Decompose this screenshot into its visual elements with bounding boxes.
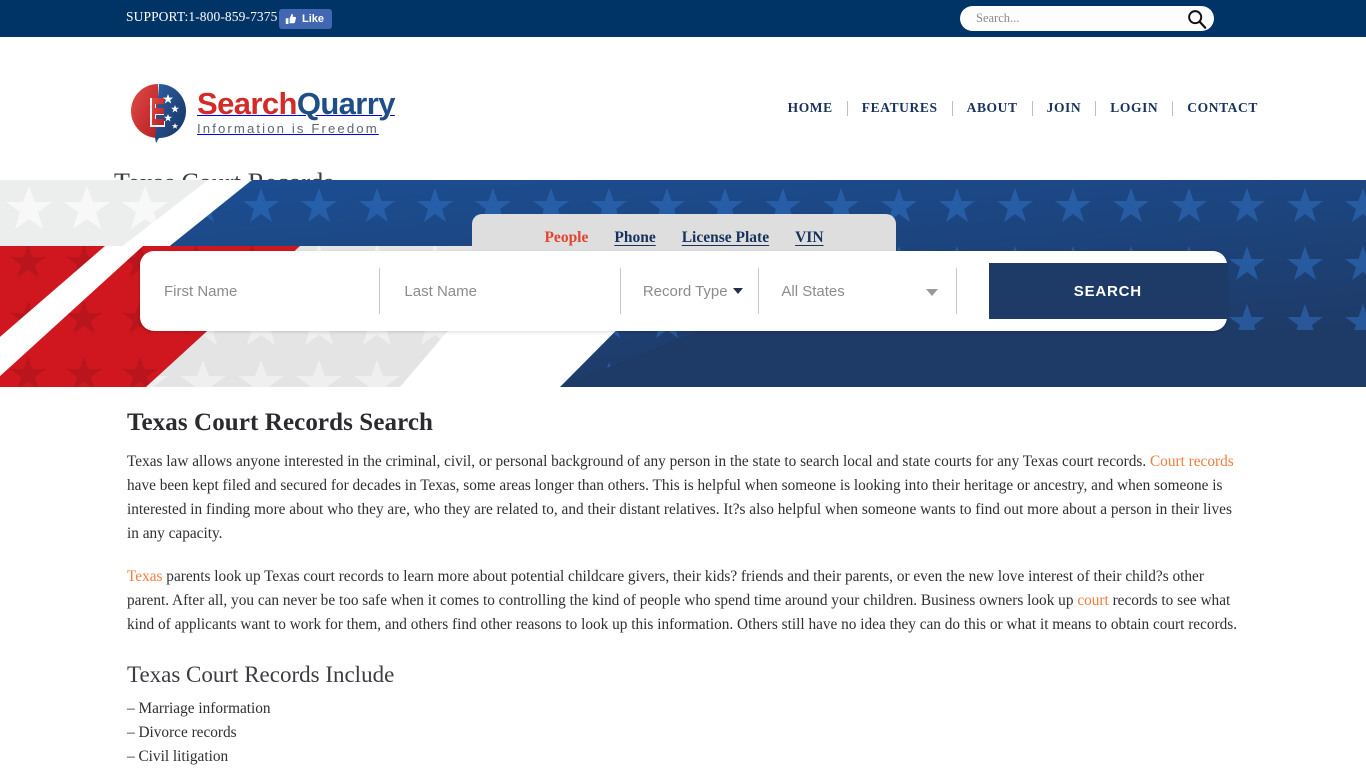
list-item: – Civil litigation xyxy=(127,748,229,765)
nav-item-about[interactable]: ABOUT xyxy=(953,100,1032,116)
paragraph2-text-part1: parents look up Texas court records to l… xyxy=(127,568,1204,609)
record-type-dropdown[interactable]: Record Type xyxy=(621,268,759,314)
nav-item-join[interactable]: JOIN xyxy=(1033,100,1096,116)
magnifier-icon[interactable] xyxy=(1186,8,1208,30)
tab-license-plate[interactable]: License Plate xyxy=(682,229,769,247)
state-label: All States xyxy=(781,282,845,300)
tab-phone[interactable]: Phone xyxy=(614,229,655,247)
court-records-link[interactable]: Court records xyxy=(1150,453,1234,470)
first-name-field[interactable] xyxy=(140,268,380,314)
court-link[interactable]: court xyxy=(1077,592,1108,609)
logo-tagline: Information is Freedom xyxy=(197,121,379,137)
texas-link[interactable]: Texas xyxy=(127,568,162,585)
tab-people[interactable]: People xyxy=(544,229,588,247)
field-divider xyxy=(955,268,957,314)
first-name-input[interactable] xyxy=(162,281,380,301)
chevron-down-icon xyxy=(732,288,743,294)
intro-paragraph-2: Texas parents look up Texas court record… xyxy=(127,565,1240,637)
nav-item-contact[interactable]: CONTACT xyxy=(1173,100,1272,116)
nav-item-features[interactable]: FEATURES xyxy=(848,100,952,116)
list-item: – Marriage information xyxy=(127,700,271,717)
site-header: SearchQuarry Information is Freedom HOME… xyxy=(0,37,1366,197)
last-name-input[interactable] xyxy=(402,281,620,301)
logo-word-quarry: Quarry xyxy=(296,86,396,122)
list-item: – Divorce records xyxy=(127,724,237,741)
top-bar: SUPPORT:1-800-859-7375 Like xyxy=(0,0,1366,37)
main-content: Texas Court Records Search Texas law all… xyxy=(0,387,1366,768)
hero-banner: People Phone License Plate VIN Record Ty… xyxy=(0,180,1366,387)
record-type-label: Record Type xyxy=(642,282,728,300)
content-subheading: Texas Court Records Include xyxy=(127,662,395,687)
thumbs-up-icon xyxy=(285,13,297,25)
site-logo[interactable]: SearchQuarry Information is Freedom xyxy=(128,81,395,143)
search-button[interactable]: SEARCH xyxy=(988,263,1227,319)
site-search-box[interactable] xyxy=(960,6,1214,31)
last-name-field[interactable] xyxy=(380,268,620,314)
chevron-down-icon xyxy=(925,289,938,296)
search-input[interactable] xyxy=(974,8,1186,29)
intro-paragraph-1: Texas law allows anyone interested in th… xyxy=(127,450,1240,546)
searchquarry-shield-logo-icon xyxy=(128,81,190,143)
logo-word-search: Search xyxy=(197,86,297,122)
like-button-label: Like xyxy=(302,12,325,25)
tab-vin[interactable]: VIN xyxy=(795,229,823,247)
paragraph1-text-part2: have been kept filed and secured for dec… xyxy=(127,477,1232,542)
nav-item-login[interactable]: LOGIN xyxy=(1096,100,1172,116)
main-navigation: HOME FEATURES ABOUT JOIN LOGIN CONTACT xyxy=(774,100,1272,116)
people-search-form: Record Type All States SEARCH xyxy=(140,251,1227,331)
state-dropdown[interactable]: All States xyxy=(759,268,955,314)
facebook-like-button[interactable]: Like xyxy=(279,9,333,29)
content-heading: Texas Court Records Search xyxy=(127,409,434,436)
paragraph1-text-part1: Texas law allows anyone interested in th… xyxy=(127,453,1150,470)
support-phone: SUPPORT:1-800-859-7375 xyxy=(126,9,278,24)
nav-item-home[interactable]: HOME xyxy=(774,100,847,116)
